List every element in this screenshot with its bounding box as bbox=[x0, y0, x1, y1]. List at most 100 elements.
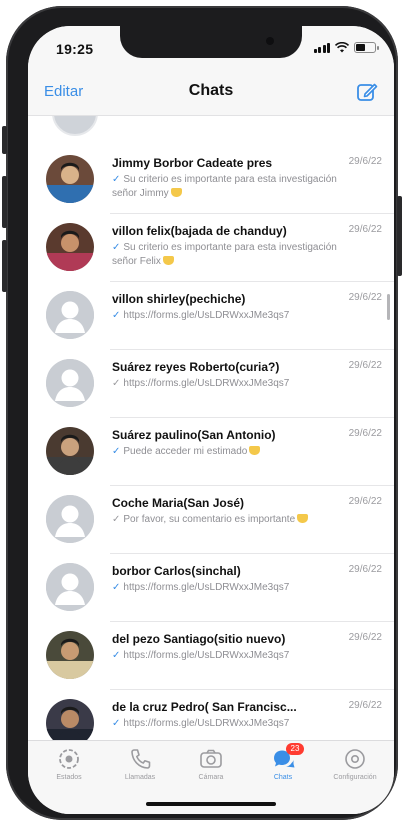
chat-row[interactable]: Suárez paulino(San Antonio) 29/6/22 ✓ Puede… bbox=[28, 418, 394, 486]
chat-date: 29/6/22 bbox=[348, 428, 382, 439]
signal-icon bbox=[313, 42, 330, 53]
avatar-photo[interactable] bbox=[46, 699, 94, 740]
chat-row[interactable]: Coche Maria(San José) 29/6/22 ✓ Por favor, … bbox=[28, 486, 394, 554]
scrollbar[interactable] bbox=[387, 294, 390, 320]
page-title: Chats bbox=[188, 82, 234, 99]
chat-date: 29/6/22 bbox=[348, 632, 382, 643]
emoji-icon bbox=[249, 446, 261, 455]
settings-icon bbox=[320, 747, 390, 771]
chat-preview: ✓ https://forms.gle/UsLDRWxxJMe3qs7 bbox=[112, 309, 362, 323]
chat-preview-text: Su criterio es importante para esta inve… bbox=[112, 242, 337, 267]
tab-chats[interactable]: 23 Chats bbox=[248, 743, 318, 781]
read-check-icon: ✓ bbox=[112, 242, 121, 253]
unread-badge: 23 bbox=[286, 743, 304, 755]
tab-estados[interactable]: Estados bbox=[34, 747, 104, 781]
tab-label: Chats bbox=[273, 774, 293, 781]
chat-preview-text: https://forms.gle/UsLDRWxxJMe3qs7 bbox=[123, 650, 290, 661]
chat-name: Jimmy Borbor Cadeate pres bbox=[112, 156, 273, 170]
chats-icon: 23 bbox=[248, 743, 318, 771]
chat-preview: ✓ https://forms.gle/UsLDRWxxJMe3qs7 bbox=[112, 717, 362, 731]
wifi-icon bbox=[335, 42, 349, 53]
chat-date: 29/6/22 bbox=[348, 224, 382, 235]
chat-name: villon felix(bajada de chanduy) bbox=[112, 224, 287, 238]
status-icon bbox=[34, 747, 104, 771]
status-time: 19:25 bbox=[56, 41, 94, 57]
chat-date: 29/6/22 bbox=[348, 700, 382, 711]
home-indicator[interactable] bbox=[146, 802, 276, 806]
chat-row[interactable]: villon felix(bajada de chanduy) 29/6/22 ✓ S… bbox=[28, 214, 394, 282]
chat-name: borbor Carlos(sinchal) bbox=[112, 564, 241, 578]
emoji-icon bbox=[162, 256, 174, 265]
chat-date: 29/6/22 bbox=[348, 360, 382, 371]
chat-row[interactable]: Jimmy Borbor Cadeate pres 29/6/22 ✓ Su crit… bbox=[28, 146, 394, 214]
read-check-icon: ✓ bbox=[112, 650, 121, 661]
tab-configuracin[interactable]: Configuración bbox=[320, 747, 390, 781]
battery-icon bbox=[354, 42, 379, 53]
chat-row[interactable]: del pezo Santiago(sitio nuevo) 29/6/22 ✓ ht… bbox=[28, 622, 394, 690]
emoji-icon bbox=[170, 188, 182, 197]
chat-preview: ✓ Puede acceder mi estimado bbox=[112, 445, 362, 459]
read-check-icon: ✓ bbox=[112, 174, 121, 185]
chat-name: Suárez paulino(San Antonio) bbox=[112, 428, 276, 442]
read-check-icon: ✓ bbox=[112, 378, 121, 389]
default-avatar-icon[interactable] bbox=[46, 495, 94, 543]
phone-frame: 19:25 Editar Chats Jimmy Borbor Cadeate … bbox=[2, 6, 402, 820]
chat-row[interactable]: Suárez reyes Roberto(curia?) 29/6/22 ✓ http… bbox=[28, 350, 394, 418]
chat-name: del pezo Santiago(sitio nuevo) bbox=[112, 632, 286, 646]
chat-name: Suárez reyes Roberto(curia?) bbox=[112, 360, 280, 374]
chat-preview: ✓ Su criterio es importante para esta inv… bbox=[112, 241, 362, 269]
default-avatar-icon[interactable] bbox=[46, 563, 94, 611]
chat-row[interactable]: borbor Carlos(sinchal) 29/6/22 ✓ https://fo… bbox=[28, 554, 394, 622]
avatar-photo[interactable] bbox=[46, 631, 94, 679]
chat-preview-text: Por favor, su comentario es importante bbox=[123, 514, 296, 525]
power-button bbox=[397, 196, 402, 276]
read-check-icon: ✓ bbox=[112, 718, 121, 729]
chat-row[interactable]: villon shirley(pechiche) 29/6/22 ✓ https://… bbox=[28, 282, 394, 350]
chat-preview: ✓ Su criterio es importante para esta inv… bbox=[112, 173, 362, 201]
avatar-photo[interactable] bbox=[46, 155, 94, 203]
status-icons bbox=[313, 42, 379, 53]
chat-date: 29/6/22 bbox=[348, 292, 382, 303]
notch bbox=[120, 26, 302, 58]
volume-down-button bbox=[2, 240, 7, 292]
chat-preview-text: Puede acceder mi estimado bbox=[123, 446, 248, 457]
avatar-photo[interactable] bbox=[46, 223, 94, 271]
chat-preview-text: https://forms.gle/UsLDRWxxJMe3qs7 bbox=[123, 378, 290, 389]
avatar-photo[interactable] bbox=[46, 427, 94, 475]
chat-name: Coche Maria(San José) bbox=[112, 496, 245, 510]
chat-list[interactable]: Jimmy Borbor Cadeate pres 29/6/22 ✓ Su crit… bbox=[28, 116, 394, 740]
chat-preview: ✓ https://forms.gle/UsLDRWxxJMe3qs7 bbox=[112, 581, 362, 595]
default-avatar-icon[interactable] bbox=[46, 359, 94, 407]
chat-date: 29/6/22 bbox=[348, 564, 382, 575]
tab-label: Configuración bbox=[333, 774, 377, 781]
emoji-icon bbox=[297, 514, 309, 523]
chat-name: villon shirley(pechiche) bbox=[112, 292, 246, 306]
silent-switch bbox=[2, 126, 7, 154]
compose-icon[interactable] bbox=[356, 81, 378, 103]
nav-bar: Editar Chats bbox=[28, 70, 394, 116]
chat-preview-text: Su criterio es importante para esta inve… bbox=[112, 174, 337, 199]
chat-preview: ✓ Por favor, su comentario es importante bbox=[112, 513, 362, 527]
tab-cmara[interactable]: Cámara bbox=[176, 747, 246, 781]
chat-preview-text: https://forms.gle/UsLDRWxxJMe3qs7 bbox=[123, 718, 290, 729]
chat-date: 29/6/22 bbox=[348, 156, 382, 167]
chat-row[interactable]: de la cruz Pedro( San Francisc... 29/6/22… bbox=[28, 690, 394, 740]
chat-name: de la cruz Pedro( San Francisc... bbox=[112, 700, 297, 714]
tab-label: Cámara bbox=[198, 774, 224, 781]
read-check-icon: ✓ bbox=[112, 446, 121, 457]
phone-icon bbox=[105, 747, 175, 771]
chat-date: 29/6/22 bbox=[348, 496, 382, 507]
read-check-icon: ✓ bbox=[112, 582, 121, 593]
chat-preview-text: https://forms.gle/UsLDRWxxJMe3qs7 bbox=[123, 582, 290, 593]
screen: 19:25 Editar Chats Jimmy Borbor Cadeate … bbox=[28, 26, 394, 814]
read-check-icon: ✓ bbox=[112, 514, 121, 525]
chat-preview-text: https://forms.gle/UsLDRWxxJMe3qs7 bbox=[123, 310, 290, 321]
volume-up-button bbox=[2, 176, 7, 228]
default-avatar-icon[interactable] bbox=[46, 291, 94, 339]
front-camera bbox=[266, 37, 274, 45]
tab-label: Estados bbox=[56, 774, 82, 781]
avatar bbox=[52, 116, 98, 136]
tab-llamadas[interactable]: Llamadas bbox=[105, 747, 175, 781]
chat-preview: ✓ https://forms.gle/UsLDRWxxJMe3qs7 bbox=[112, 649, 362, 663]
chat-preview: ✓ https://forms.gle/UsLDRWxxJMe3qs7 bbox=[112, 377, 362, 391]
